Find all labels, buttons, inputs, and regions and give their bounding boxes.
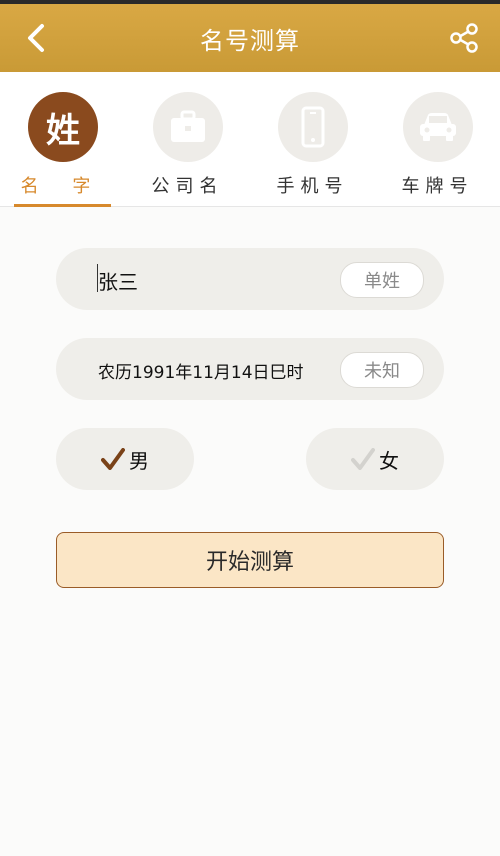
active-tab-indicator — [14, 204, 111, 207]
surname-glyph: 姓 — [46, 110, 80, 151]
tab-phone-label: 手机号 — [276, 176, 349, 197]
start-calculation-button[interactable]: 开始测算 — [56, 532, 444, 588]
tab-name[interactable]: 姓 名 字 — [0, 72, 125, 207]
gender-male-option[interactable]: 男 — [56, 428, 194, 490]
car-icon — [420, 113, 456, 141]
tab-phone[interactable]: 手机号 — [250, 72, 375, 206]
share-button[interactable] — [442, 16, 486, 60]
surname-badge-icon: 姓 — [28, 92, 98, 162]
tab-company[interactable]: 公司名 — [125, 72, 250, 206]
gender-male-label: 男 — [129, 448, 149, 473]
name-input-value: 张三 — [98, 270, 138, 294]
tab-company-label: 公司名 — [151, 176, 224, 197]
check-icon-inactive — [351, 448, 375, 470]
tab-plate[interactable]: 车牌号 — [375, 72, 500, 206]
birth-field[interactable]: 农历1991年11月14日巳时 未知 — [56, 338, 444, 400]
gender-female-option[interactable]: 女 — [306, 428, 444, 490]
page-title: 名号测算 — [200, 26, 300, 55]
gender-female-label: 女 — [379, 448, 399, 473]
name-field[interactable]: 张三 单姓 — [56, 248, 444, 310]
phone-icon — [301, 106, 325, 148]
tab-plate-label: 车牌号 — [401, 176, 474, 197]
back-button[interactable] — [14, 16, 58, 60]
share-icon — [450, 23, 478, 53]
chevron-left-icon — [28, 24, 44, 52]
briefcase-icon — [171, 110, 205, 142]
app-header: 名号测算 — [0, 4, 500, 72]
birth-unknown-button[interactable]: 未知 — [340, 352, 424, 388]
category-tabs: 姓 名 字 公司名 手机号 车牌号 — [0, 72, 500, 207]
check-icon — [101, 448, 125, 470]
tab-name-label: 名 字 — [20, 176, 105, 197]
birth-value: 农历1991年11月14日巳时 — [98, 363, 304, 383]
surname-type-button[interactable]: 单姓 — [340, 262, 424, 298]
